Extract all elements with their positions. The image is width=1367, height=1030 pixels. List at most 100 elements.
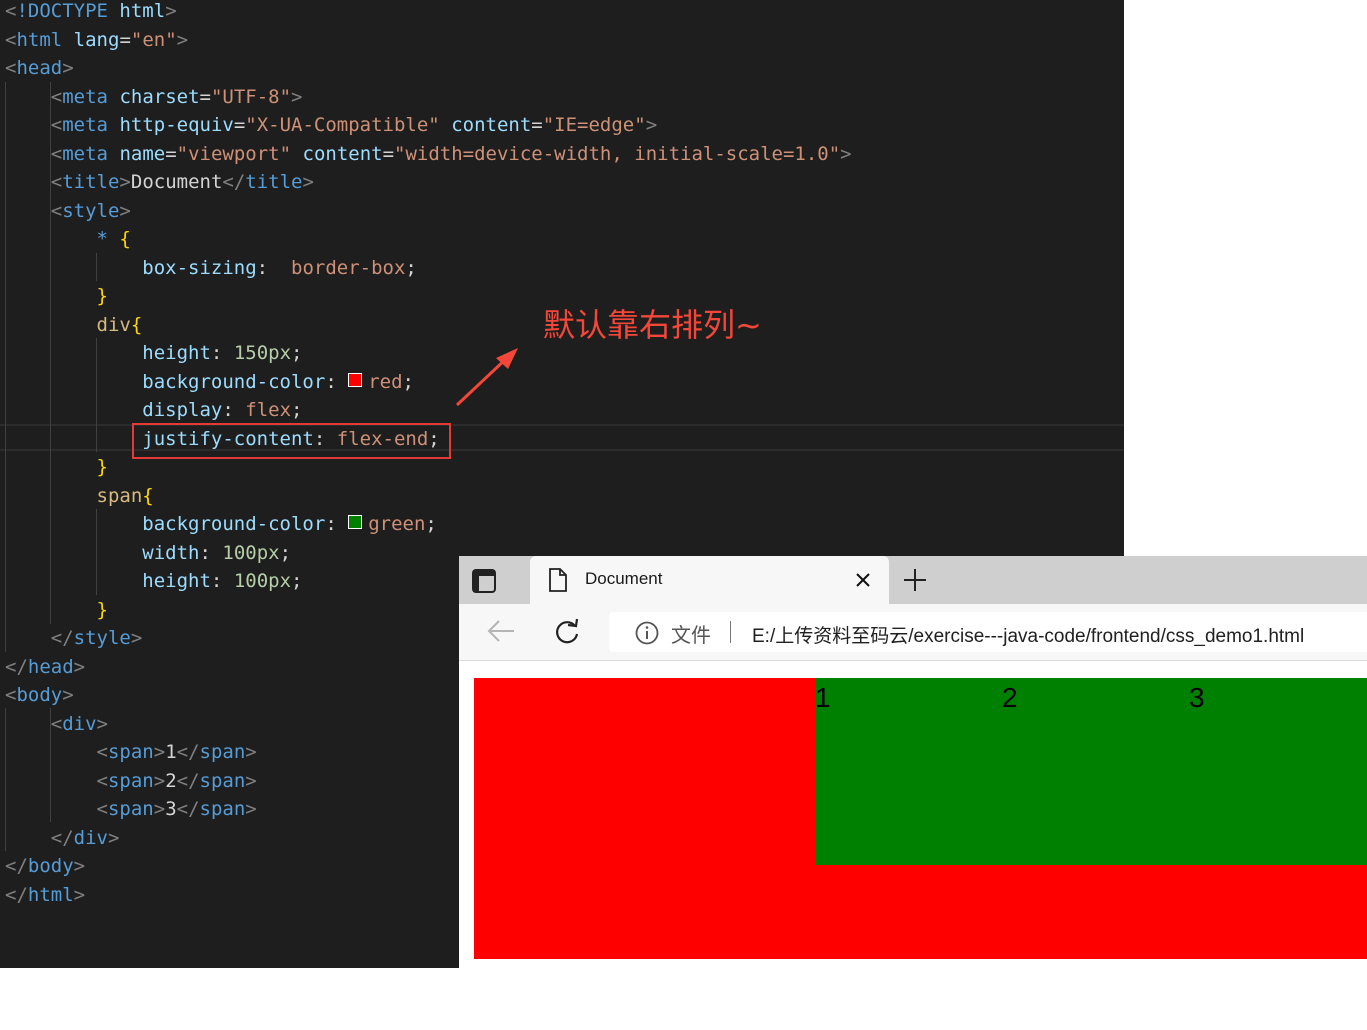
code-line[interactable]: height: 150px; (5, 339, 302, 367)
code-token: < (50, 171, 63, 193)
code-line[interactable]: div{ (5, 311, 143, 339)
code-line[interactable]: <span>3</span> (5, 795, 257, 823)
code-line[interactable]: <head> (5, 54, 74, 82)
code-token: = (119, 29, 131, 51)
code-token: ; (291, 570, 303, 592)
code-line[interactable]: <meta charset="UTF-8"> (5, 83, 303, 111)
code-token: = (233, 114, 246, 136)
code-token: > (73, 884, 86, 906)
code-token: 150px (233, 342, 292, 364)
code-token: > (62, 684, 74, 706)
code-token: </ (222, 171, 246, 193)
code-token: : (199, 542, 223, 564)
code-line[interactable]: display: flex; (5, 396, 302, 424)
code-line[interactable]: background-color: red; (5, 368, 414, 396)
code-line[interactable]: background-color: green; (5, 510, 437, 538)
code-line[interactable]: <div> (5, 710, 108, 738)
code-token: < (5, 684, 17, 706)
address-bar[interactable]: 文件 E:/上传资料至码云/exercise---java-code/front… (609, 612, 1367, 652)
code-token: http-equiv (119, 114, 234, 136)
code-token: name (119, 143, 166, 165)
code-line[interactable]: } (5, 282, 108, 310)
code-token: > (245, 741, 257, 763)
address-url[interactable]: E:/上传资料至码云/exercise---java-code/frontend… (752, 621, 1304, 648)
code-token: lang (73, 29, 120, 51)
code-line[interactable]: <html lang="en"> (5, 26, 188, 54)
code-token: ; (291, 399, 303, 421)
code-line[interactable]: <span>2</span> (5, 767, 257, 795)
color-swatch[interactable] (348, 372, 363, 387)
code-line[interactable]: </div> (5, 824, 120, 852)
code-token: head (27, 656, 74, 678)
tab-strip: Document (459, 556, 1367, 604)
code-token: } (96, 456, 108, 478)
annotation-arrow-icon (455, 348, 518, 407)
code-token: ; (279, 542, 292, 564)
code-token: : (210, 570, 234, 592)
plus-icon[interactable] (903, 568, 927, 592)
code-line[interactable]: height: 100px; (5, 567, 302, 595)
code-line[interactable]: <span>1</span> (5, 738, 257, 766)
code-token: > (107, 827, 120, 849)
reload-icon[interactable] (553, 618, 581, 646)
code-line[interactable]: </style> (5, 624, 143, 652)
code-token: green (368, 513, 426, 535)
code-line[interactable]: <meta http-equiv="X-UA-Compatible" conte… (5, 111, 657, 139)
code-token: { (142, 485, 154, 507)
code-line[interactable]: </html> (5, 881, 85, 909)
code-line[interactable]: } (5, 453, 108, 481)
code-token: background-color (142, 513, 326, 535)
code-line[interactable]: span{ (5, 482, 154, 510)
code-token: meta (62, 143, 108, 165)
code-token: span (199, 741, 246, 763)
code-token: < (50, 114, 63, 136)
code-token: </ (5, 656, 28, 678)
info-icon[interactable] (635, 621, 659, 645)
page-icon (549, 568, 567, 592)
code-token: > (153, 741, 166, 763)
code-token: display (142, 399, 223, 421)
code-line[interactable]: width: 100px; (5, 539, 291, 567)
code-line[interactable]: } (5, 596, 108, 624)
code-token: content (451, 114, 532, 136)
code-line[interactable]: </head> (5, 653, 85, 681)
code-line[interactable]: <meta name="viewport" content="width=dev… (5, 140, 852, 168)
code-line[interactable]: <!DOCTYPE html> (5, 0, 177, 25)
code-token: charset (119, 86, 200, 108)
color-swatch[interactable] (348, 514, 363, 529)
code-line[interactable]: <style> (5, 197, 131, 225)
code-line[interactable]: * { (5, 225, 131, 253)
tab-document[interactable]: Document (530, 556, 889, 604)
tab-actions-icon[interactable] (471, 568, 497, 594)
close-icon[interactable] (855, 572, 871, 588)
code-line[interactable]: </body> (5, 852, 85, 880)
code-line[interactable]: box-sizing: border-box; (5, 254, 417, 282)
code-token: = (165, 143, 177, 165)
demo-span-label: 1 (815, 682, 831, 713)
back-arrow-icon[interactable] (487, 620, 515, 642)
code-token: < (5, 0, 17, 22)
code-token: = (199, 86, 211, 108)
code-token: title (62, 171, 120, 193)
code-token: : (325, 513, 349, 535)
address-separator (730, 621, 731, 643)
code-token: > (130, 627, 143, 649)
code-line[interactable]: <body> (5, 681, 74, 709)
code-line[interactable]: <title>Document</title> (5, 168, 314, 196)
